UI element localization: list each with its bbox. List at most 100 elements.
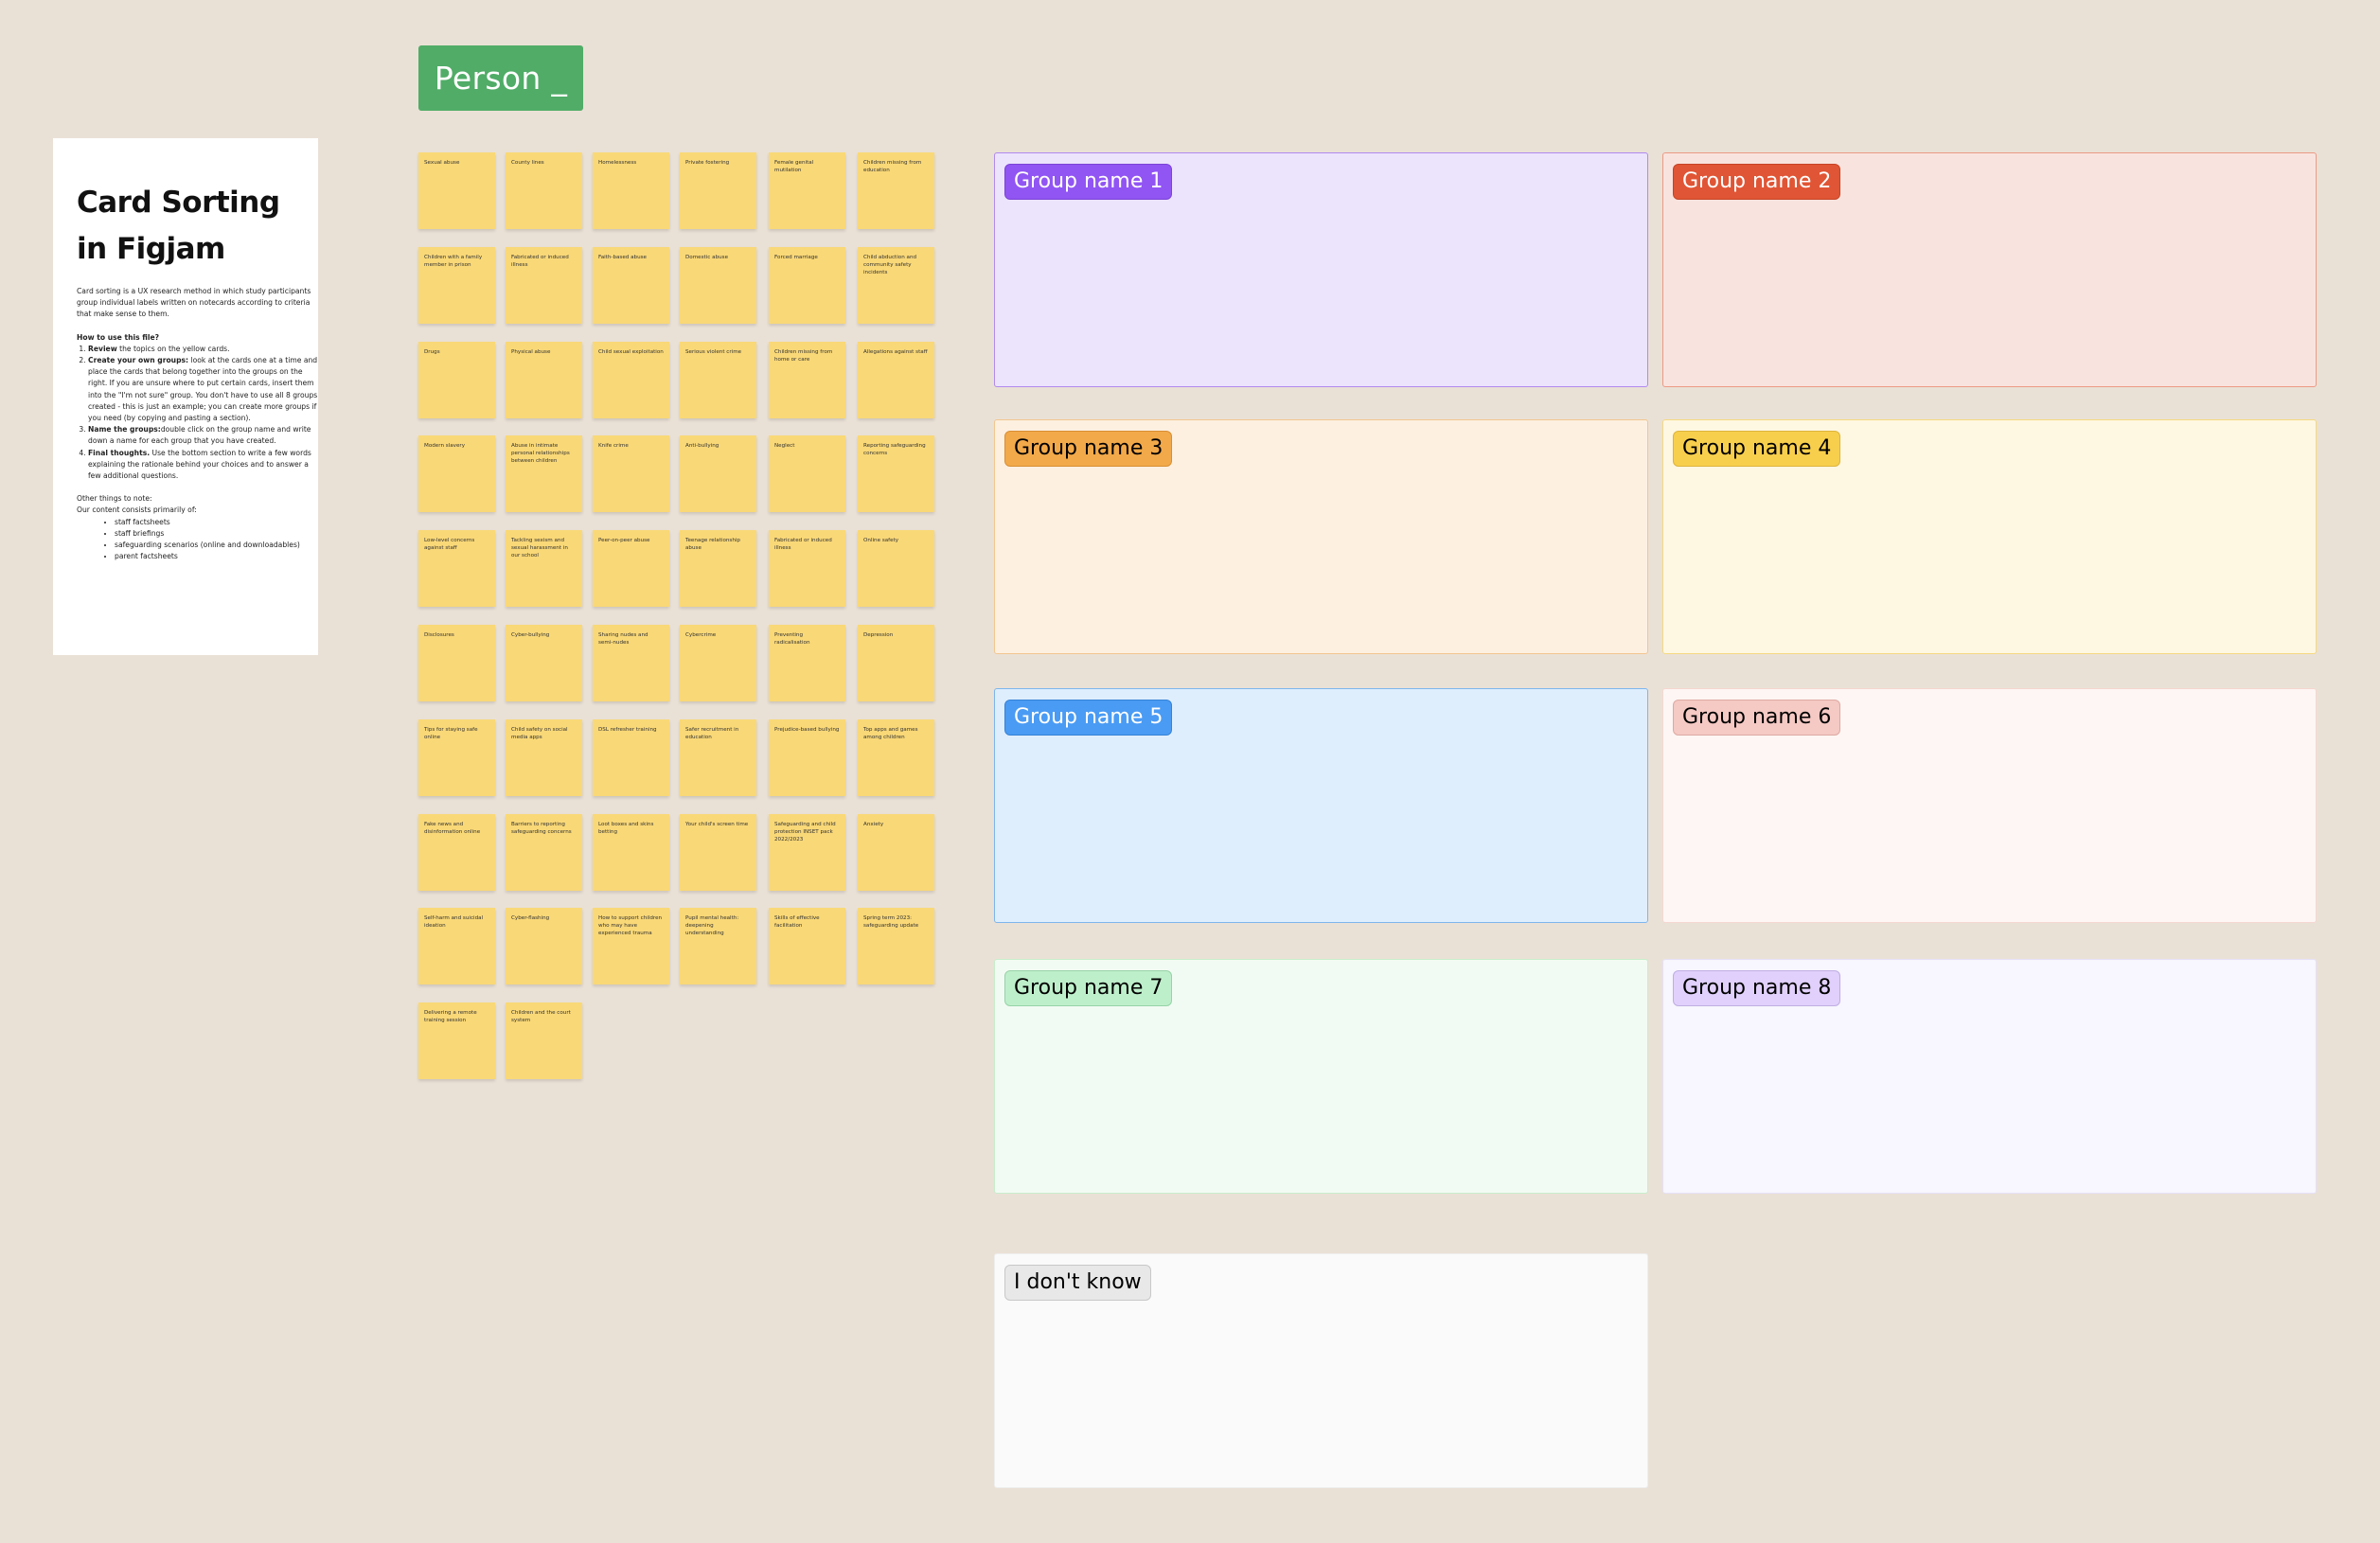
sticky-card[interactable]: Cyber-bullying — [506, 625, 582, 701]
sticky-card[interactable]: Skills of effective facilitation — [769, 908, 845, 984]
sticky-card[interactable]: Private fostering — [680, 152, 756, 229]
sticky-card[interactable]: Homelessness — [593, 152, 669, 229]
sticky-card[interactable]: Delivering a remote training session — [418, 1002, 495, 1079]
group-section-3[interactable]: Group name 3 — [994, 419, 1648, 654]
group-name-label[interactable]: Group name 4 — [1673, 431, 1841, 467]
card-text: Low-level concerns against staff — [424, 538, 475, 552]
sticky-card[interactable]: Spring term 2023: safeguarding update — [858, 908, 934, 984]
sticky-card[interactable]: Safer recruitment in education — [680, 719, 756, 796]
card-text: Sharing nudes and semi-nudes — [598, 632, 648, 647]
sticky-card[interactable]: Physical abuse — [506, 342, 582, 418]
sticky-card[interactable]: Anti-bullying — [680, 435, 756, 512]
sticky-card[interactable]: Prejudice-based bullying — [769, 719, 845, 796]
content-item: staff briefings — [115, 528, 318, 540]
sticky-card[interactable]: Neglect — [769, 435, 845, 512]
group-section-unsure[interactable]: I don't know — [994, 1253, 1648, 1488]
card-text: Tips for staying safe online — [424, 727, 478, 741]
sticky-card[interactable]: Reporting safeguarding concerns — [858, 435, 934, 512]
sticky-card[interactable]: Drugs — [418, 342, 495, 418]
group-section-6[interactable]: Group name 6 — [1662, 688, 2317, 923]
group-name-label[interactable]: Group name 2 — [1673, 164, 1841, 200]
sticky-card[interactable]: Safeguarding and child protection INSET … — [769, 814, 845, 891]
sticky-card[interactable]: Allegations against staff — [858, 342, 934, 418]
sticky-card[interactable]: Female genital mutilation — [769, 152, 845, 229]
sticky-card[interactable]: Anxiety — [858, 814, 934, 891]
group-name-label[interactable]: Group name 8 — [1673, 970, 1841, 1006]
how-to-heading: How to use this file? — [77, 332, 160, 342]
sticky-card[interactable]: Your child's screen time — [680, 814, 756, 891]
sticky-card[interactable]: Peer-on-peer abuse — [593, 530, 669, 607]
card-text: Children missing from education — [863, 160, 922, 174]
card-text: Children missing from home or care — [774, 349, 833, 364]
group-section-2[interactable]: Group name 2 — [1662, 152, 2317, 387]
sticky-card[interactable]: Cyber-flashing — [506, 908, 582, 984]
card-text: Knife crime — [598, 443, 629, 449]
sticky-card[interactable]: Low-level concerns against staff — [418, 530, 495, 607]
person-tag[interactable]: Person _ — [418, 45, 583, 111]
sticky-card[interactable]: Children missing from home or care — [769, 342, 845, 418]
group-name-label[interactable]: Group name 7 — [1004, 970, 1173, 1006]
group-name-label[interactable]: Group name 5 — [1004, 700, 1173, 736]
sticky-card[interactable]: Modern slavery — [418, 435, 495, 512]
sticky-card[interactable]: Disclosures — [418, 625, 495, 701]
sticky-card[interactable]: Teenage relationship abuse — [680, 530, 756, 607]
sticky-card[interactable]: Child safety on social media apps — [506, 719, 582, 796]
sticky-card[interactable]: Child sexual exploitation — [593, 342, 669, 418]
document-title: Card Sorting in Figjam — [77, 186, 280, 266]
sticky-card[interactable]: Top apps and games among children — [858, 719, 934, 796]
group-section-1[interactable]: Group name 1 — [994, 152, 1648, 387]
card-text: Skills of effective facilitation — [774, 915, 820, 930]
group-section-4[interactable]: Group name 4 — [1662, 419, 2317, 654]
card-text: Tackling sexism and sexual harassment in… — [511, 538, 568, 559]
content-intro: Our content consists primarily of: — [77, 505, 197, 515]
sticky-card[interactable]: Fabricated or induced illness — [506, 247, 582, 324]
sticky-card[interactable]: Loot boxes and skins betting — [593, 814, 669, 891]
sticky-card[interactable]: Forced marriage — [769, 247, 845, 324]
sticky-card[interactable]: Tips for staying safe online — [418, 719, 495, 796]
sticky-card[interactable]: Barriers to reporting safeguarding conce… — [506, 814, 582, 891]
sticky-card[interactable]: How to support children who may have exp… — [593, 908, 669, 984]
group-name-label[interactable]: I don't know — [1004, 1265, 1151, 1301]
sticky-card[interactable]: Children and the court system — [506, 1002, 582, 1079]
sticky-card[interactable]: Sexual abuse — [418, 152, 495, 229]
sticky-card[interactable]: Abuse in intimate personal relationships… — [506, 435, 582, 512]
sticky-card[interactable]: Cybercrime — [680, 625, 756, 701]
sticky-card[interactable]: Preventing radicalisation — [769, 625, 845, 701]
sticky-card[interactable]: Knife crime — [593, 435, 669, 512]
group-name-label[interactable]: Group name 1 — [1004, 164, 1173, 200]
sticky-card[interactable]: Online safety — [858, 530, 934, 607]
group-name-label[interactable]: Group name 6 — [1673, 700, 1841, 736]
intro-text: Card sorting is a UX research method in … — [77, 287, 311, 319]
card-text: Reporting safeguarding concerns — [863, 443, 926, 457]
sticky-card[interactable]: DSL refresher training — [593, 719, 669, 796]
sticky-card[interactable]: Serious violent crime — [680, 342, 756, 418]
sticky-card[interactable]: County lines — [506, 152, 582, 229]
group-section-5[interactable]: Group name 5 — [994, 688, 1648, 923]
card-text: Drugs — [424, 349, 440, 355]
group-section-8[interactable]: Group name 8 — [1662, 959, 2317, 1194]
card-text: Delivering a remote training session — [424, 1010, 477, 1024]
sticky-card[interactable]: Fabricated or induced illness — [769, 530, 845, 607]
card-text: Child safety on social media apps — [511, 727, 568, 741]
step-item: Final thoughts. Use the bottom section t… — [88, 448, 318, 483]
sticky-card[interactable]: Pupil mental health: deepening understan… — [680, 908, 756, 984]
card-stack: Sexual abuse County lines Homelessness Priv… — [418, 152, 939, 1099]
sticky-card[interactable]: Depression — [858, 625, 934, 701]
sticky-card[interactable]: Domestic abuse — [680, 247, 756, 324]
sticky-card[interactable]: Self-harm and suicidal ideation — [418, 908, 495, 984]
sticky-card[interactable]: Children missing from education — [858, 152, 934, 229]
group-name-label[interactable]: Group name 3 — [1004, 431, 1173, 467]
sticky-card[interactable]: Sharing nudes and semi-nudes — [593, 625, 669, 701]
sticky-card[interactable]: Fake news and disinformation online — [418, 814, 495, 891]
sticky-card[interactable]: Children with a family member in prison — [418, 247, 495, 324]
card-text: Cyber-bullying — [511, 632, 550, 638]
card-text: Child abduction and community safety inc… — [863, 255, 917, 276]
card-text: Fabricated or induced illness — [511, 255, 569, 269]
sticky-card[interactable]: Tackling sexism and sexual harassment in… — [506, 530, 582, 607]
sticky-card[interactable]: Faith-based abuse — [593, 247, 669, 324]
card-text: Homelessness — [598, 160, 637, 166]
card-text: Anti-bullying — [685, 443, 719, 449]
card-text: Self-harm and suicidal ideation — [424, 915, 484, 930]
sticky-card[interactable]: Child abduction and community safety inc… — [858, 247, 934, 324]
group-section-7[interactable]: Group name 7 — [994, 959, 1648, 1194]
